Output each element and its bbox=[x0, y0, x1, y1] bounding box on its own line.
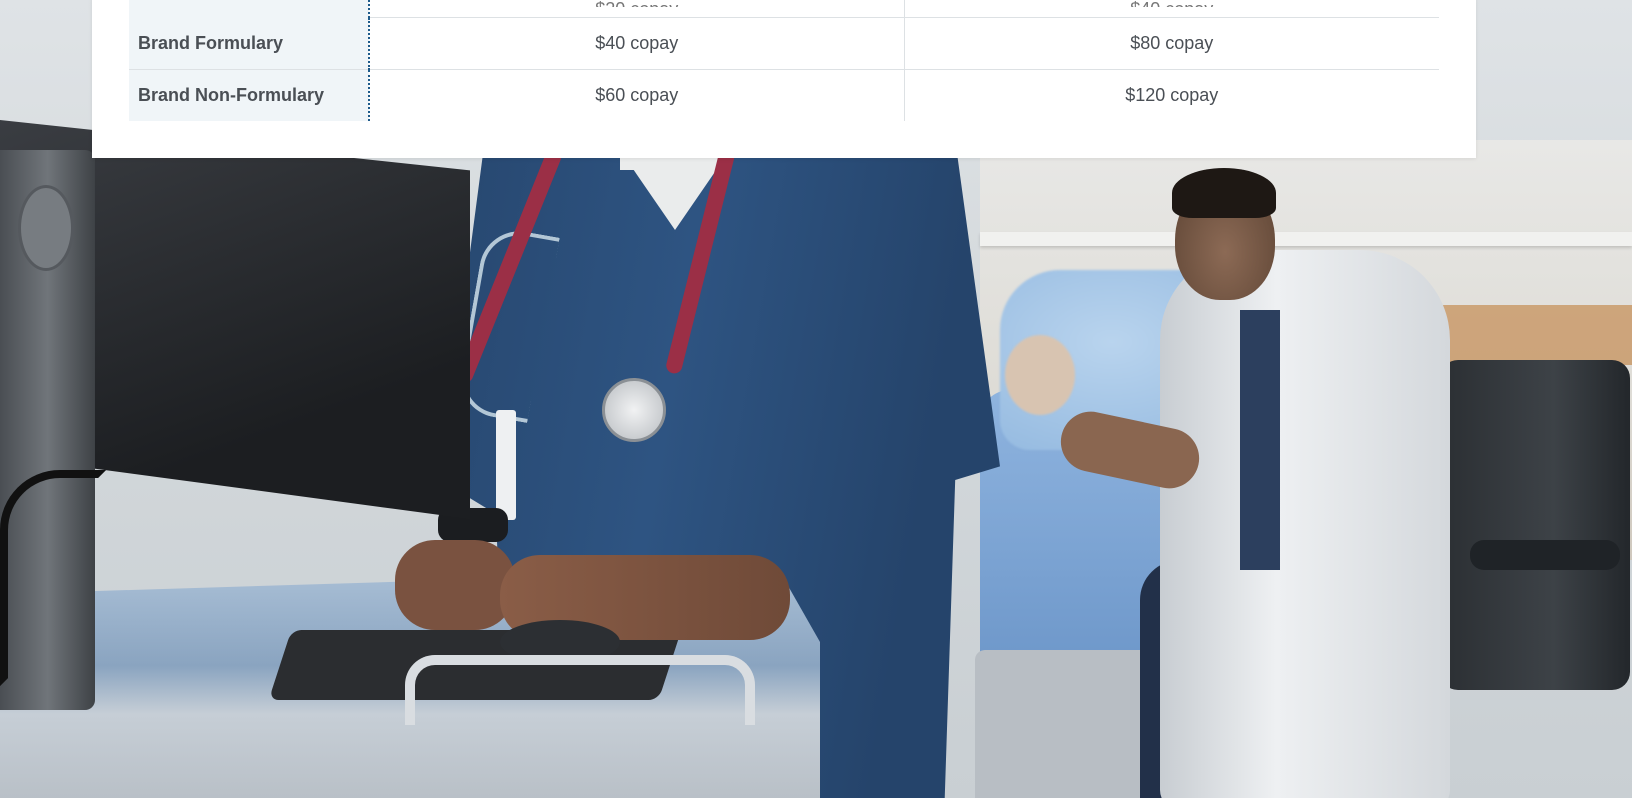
photo-cable bbox=[0, 470, 106, 686]
copay-card: $20 copay $40 copay Brand Formulary $40 … bbox=[92, 0, 1476, 158]
photo-id-badge bbox=[496, 410, 516, 520]
table-row: Brand Formulary $40 copay $80 copay bbox=[129, 17, 1439, 70]
photo-doctor-coat bbox=[1160, 250, 1450, 798]
in-network-copay-text: $20 copay bbox=[370, 0, 904, 7]
tier-label: Brand Formulary bbox=[129, 17, 370, 70]
in-network-copay: $40 copay bbox=[369, 17, 905, 70]
out-of-network-copay-text: $40 copay bbox=[905, 0, 1440, 7]
photo-doctor-hair bbox=[1172, 168, 1276, 218]
copay-table: $20 copay $40 copay Brand Formulary $40 … bbox=[129, 0, 1439, 121]
photo-stethoscope-head bbox=[602, 378, 666, 442]
tier-label bbox=[129, 0, 370, 18]
in-network-copay: $20 copay bbox=[369, 0, 905, 18]
out-of-network-copay: $80 copay bbox=[1130, 33, 1214, 53]
photo-doctor-tie bbox=[1240, 310, 1280, 570]
photo-monitor-knob bbox=[18, 185, 74, 271]
tier-label: Brand Non-Formulary bbox=[129, 69, 370, 121]
out-of-network-copay: $40 copay bbox=[904, 0, 1439, 18]
photo-patient bbox=[1005, 335, 1075, 415]
photo-wall-rail bbox=[980, 232, 1632, 246]
photo-chair-arm bbox=[1470, 540, 1620, 570]
out-of-network-copay: $120 copay bbox=[904, 69, 1439, 121]
photo-nurse-left-hand bbox=[395, 540, 515, 630]
table-row: $20 copay $40 copay bbox=[129, 0, 1439, 18]
in-network-copay: $60 copay bbox=[369, 69, 905, 121]
photo-cart-handle bbox=[405, 655, 755, 725]
photo-chair bbox=[1440, 360, 1630, 690]
table-row: Brand Non-Formulary $60 copay $120 copay bbox=[129, 69, 1439, 121]
